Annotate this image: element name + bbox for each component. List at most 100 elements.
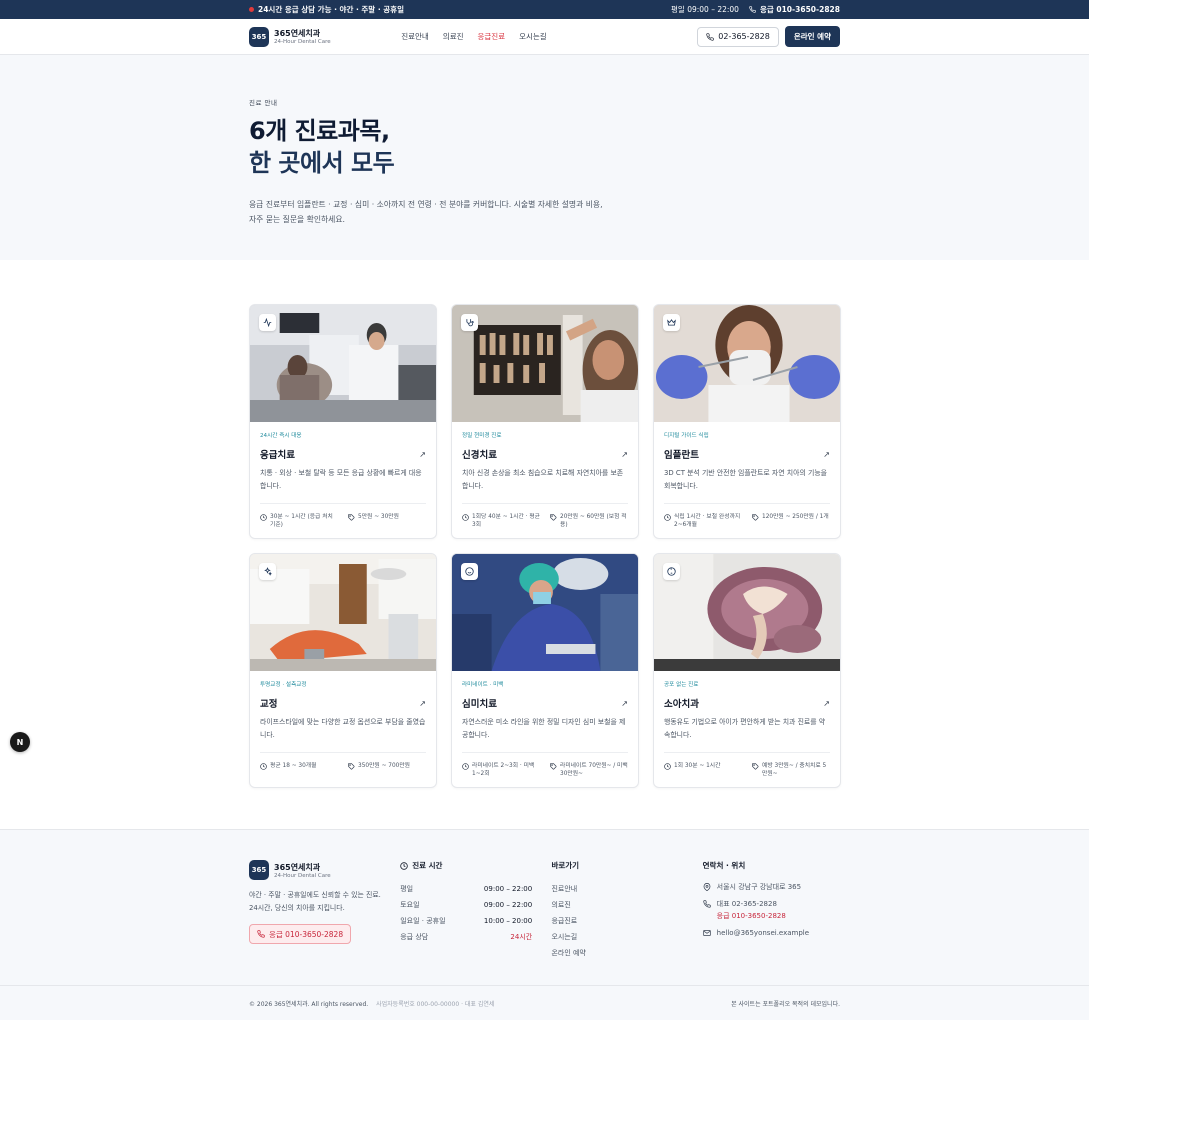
card-price-text: 20만원 ~ 60만원 (보험 적용) [560, 514, 627, 528]
topbar-notice: 24시간 응급 상담 가능 · 야간 · 주말 · 공휴일 [258, 5, 404, 14]
hero-title-line-1: 6개 진료과목, [249, 117, 390, 145]
service-card-pediatric[interactable]: 공포 없는 진료 소아치과 ↗ 행동유도 기법으로 아이가 편안하게 받는 치과… [653, 553, 841, 788]
service-card-root-canal[interactable]: 정밀 현미경 진료 신경치료 ↗ 치아 신경 손상을 최소 침습으로 치료해 자… [451, 304, 639, 539]
tag-icon [752, 762, 759, 770]
live-dot: 24시간 응급 상담 가능 · 야간 · 주말 · 공휴일 [249, 4, 404, 15]
card-meta: 식립 1시간 · 보철 완성까지 2~6개월 120만원 ~ 250만원 / 1… [664, 503, 830, 529]
service-card-emergency[interactable]: 24시간 즉시 대응 응급치료 ↗ 치통 · 외상 · 보철 탈락 등 모든 응… [249, 304, 437, 539]
card-body: 디지털 가이드 식립 임플란트 ↗ 3D CT 분석 기반 안전한 임플란트로 … [654, 422, 840, 529]
card-title-row: 응급치료 ↗ [260, 447, 426, 462]
hours-time: 09:00 – 22:00 [483, 885, 533, 893]
card-description: 자연스러운 미소 라인을 위한 정밀 디자인 심미 보철을 제공합니다. [462, 718, 626, 739]
nav-item-emergency[interactable]: 응급진료 [478, 31, 506, 42]
hero-section: 진료 안내 6개 진료과목, 한 곳에서 모두 응급 진료부터 임플란트 · 교… [0, 55, 1089, 260]
header-actions: 02-365-2828 온라인 예약 [697, 26, 840, 47]
card-description: 치아 신경 손상을 최소 침습으로 치료해 자연치아를 보존합니다. [462, 469, 624, 490]
footer-link-emergency[interactable]: 응급진료 [551, 913, 702, 929]
card-title-row: 교정 ↗ [260, 696, 426, 711]
topbar-right: 평일 09:00 – 22:00 응급 010-3650-2828 [671, 4, 840, 15]
contact-phone: 대표 02-365-2828 응급 010-3650-2828 [702, 898, 841, 922]
hours-day: 토요일 [400, 901, 420, 909]
contact-address: 서울시 강남구 강남대로 365 [703, 881, 841, 893]
card-duration-text: 식립 1시간 · 보철 완성까지 2~6개월 [674, 514, 741, 528]
card-duration: 평균 18 ~ 30개월 [260, 762, 340, 770]
card-photo-xray-review [452, 305, 638, 422]
site-footer: 365 365연세치과 24-Hour Dental Care 야간 · 주말 … [0, 829, 1089, 1020]
nav-item-services[interactable]: 진료안내 [401, 31, 429, 42]
brand-text: 365연세치과 24-Hour Dental Care [274, 28, 331, 45]
card-price: 5만원 ~ 30만원 [348, 513, 426, 529]
card-meta: 평균 18 ~ 30개월 350만원 ~ 700만원 [260, 752, 426, 770]
card-duration: 1회당 40분 ~ 1시간 · 평균 3회 [462, 513, 542, 529]
footer-brand-text: 365연세치과 24-Hour Dental Care [274, 862, 331, 879]
card-meta: 1회당 40분 ~ 1시간 · 평균 3회 20만원 ~ 60만원 (보험 적용… [462, 503, 628, 529]
topbar-hours: 평일 09:00 – 22:00 [671, 5, 739, 14]
phone-icon [702, 900, 711, 908]
footer-links-column: 바로가기 진료안내 의료진 응급진료 오시는길 온라인 예약 [551, 860, 702, 961]
card-duration: 라미네이트 2~3회 · 미백 1~2회 [462, 762, 542, 778]
contact-emergency-phone[interactable]: 응급 010-3650-2828 [717, 910, 786, 922]
footer-link-directions[interactable]: 오시는길 [551, 929, 702, 945]
hours-day: 응급 상담 [400, 933, 429, 941]
card-title-row: 신경치료 ↗ [462, 447, 628, 462]
card-duration: 1회 30분 ~ 1시간 [664, 762, 744, 778]
footer-links-title: 바로가기 [551, 861, 580, 870]
site-header: 365 365연세치과 24-Hour Dental Care 진료안내 의료진… [0, 19, 1089, 55]
call-button[interactable]: 02-365-2828 [697, 26, 779, 47]
card-title-row: 소아치과 ↗ [664, 696, 830, 711]
footer-contact-column: 연락처 · 위치 서울시 강남구 강남대로 365 대표 02-365-2828… [703, 860, 841, 961]
tag-icon [348, 513, 355, 521]
hours-row: 응급 상담 24시간 [400, 929, 532, 945]
hero-title: 6개 진료과목, 한 곳에서 모두 [249, 115, 840, 179]
contact-main-phone[interactable]: 대표 02-365-2828 [717, 898, 786, 910]
card-body: 정밀 현미경 진료 신경치료 ↗ 치아 신경 손상을 최소 침습으로 치료해 자… [452, 422, 638, 529]
nav-item-doctors[interactable]: 의료진 [443, 31, 464, 42]
footer-link-booking[interactable]: 온라인 예약 [551, 945, 702, 961]
card-photo-brain-model [654, 554, 840, 671]
footer-brand-column: 365 365연세치과 24-Hour Dental Care 야간 · 주말 … [249, 860, 400, 961]
card-tag: 공포 없는 진료 [664, 682, 699, 688]
service-card-cosmetic[interactable]: 라미네이트 · 미백 심미치료 ↗ 자연스러운 미소 라인을 위한 정밀 디자인… [451, 553, 639, 788]
card-price-text: 120만원 ~ 250만원 / 1개 [762, 514, 829, 520]
card-price-text: 예방 3만원~ / 충치치료 5만원~ [762, 763, 827, 777]
card-price: 라미네이트 70만원~ / 미백 30만원~ [550, 762, 628, 778]
topbar-emergency-number: 응급 010-3650-2828 [759, 5, 840, 14]
card-meta: 30분 ~ 1시간 (응급 처치 기준) 5만원 ~ 30만원 [260, 503, 426, 529]
footer-link-services[interactable]: 진료안내 [551, 881, 702, 897]
topbar-emergency-link[interactable]: 응급 010-3650-2828 [749, 4, 840, 15]
hero-eyebrow: 진료 안내 [249, 99, 278, 107]
card-description: 3D CT 분석 기반 안전한 임플란트로 자연 치아의 기능을 회복합니다. [664, 469, 828, 490]
footer-contact-list: 서울시 강남구 강남대로 365 대표 02-365-2828 응급 010-3… [702, 881, 841, 939]
clock-icon [664, 762, 671, 770]
hours-day: 평일 [400, 885, 414, 893]
brand-logo-link[interactable]: 365 365연세치과 24-Hour Dental Care [249, 26, 331, 47]
card-title-row: 심미치료 ↗ [462, 696, 628, 711]
arrow-up-right-icon: ↗ [621, 698, 628, 708]
footer-link-doctors[interactable]: 의료진 [551, 897, 702, 913]
card-tag: 투명교정 · 설측교정 [260, 682, 307, 688]
nav-item-directions[interactable]: 오시는길 [519, 31, 547, 42]
footer-brand[interactable]: 365 365연세치과 24-Hour Dental Care [249, 860, 400, 880]
card-title-row: 임플란트 ↗ [664, 447, 830, 462]
footer-emergency-button[interactable]: 응급 010-3650-2828 [249, 924, 352, 944]
tag-icon [550, 762, 557, 770]
activity-icon [259, 314, 276, 331]
footer-legal: © 2026 365연세치과. All rights reserved. 사업자… [249, 999, 494, 1008]
floating-dev-button[interactable]: N [10, 732, 30, 752]
service-card-orthodontics[interactable]: 투명교정 · 설측교정 교정 ↗ 라이프스타일에 맞는 다양한 교정 옵션으로 … [249, 553, 437, 788]
contact-email: hello@365yonsei.example [702, 927, 841, 939]
card-duration-text: 평균 18 ~ 30개월 [270, 763, 317, 769]
hours-time: 10:00 – 20:00 [483, 917, 533, 925]
online-booking-button[interactable]: 온라인 예약 [784, 26, 840, 47]
card-description: 라이프스타일에 맞는 다양한 교정 옵션으로 부담을 줄였습니다. [260, 718, 426, 739]
header-left: 365 365연세치과 24-Hour Dental Care [249, 26, 331, 47]
arrow-up-right-icon: ↗ [823, 698, 830, 708]
copyright: © 2026 365연세치과. All rights reserved. [249, 1001, 369, 1008]
service-card-implant[interactable]: 디지털 가이드 식립 임플란트 ↗ 3D CT 분석 기반 안전한 임플란트로 … [653, 304, 841, 539]
contact-address-text: 서울시 강남구 강남대로 365 [716, 883, 802, 891]
card-title: 신경치료 [462, 450, 497, 461]
brand-subtitle: 24-Hour Dental Care [274, 39, 331, 45]
card-price: 120만원 ~ 250만원 / 1개 [752, 513, 830, 529]
contact-email-text[interactable]: hello@365yonsei.example [717, 927, 809, 939]
clock-icon [400, 861, 408, 870]
